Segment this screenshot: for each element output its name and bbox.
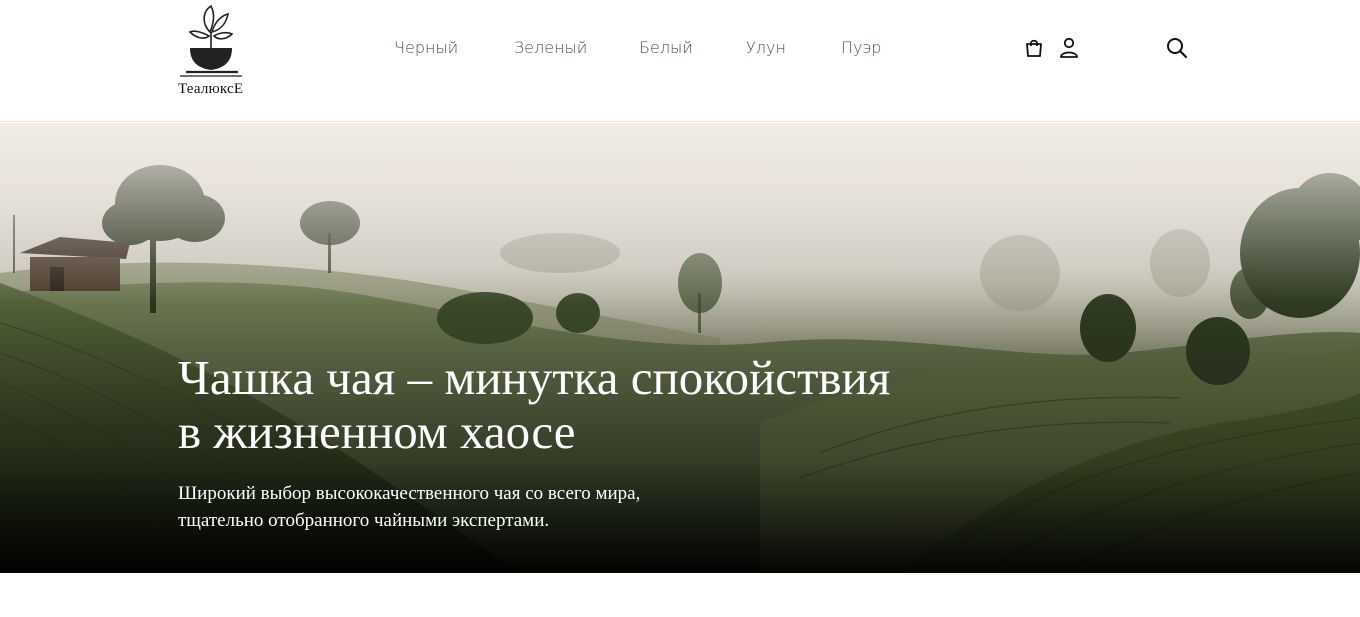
- search-button[interactable]: [1165, 36, 1189, 60]
- nav-item-white[interactable]: Белый: [639, 38, 693, 57]
- teacup-logo-icon: [180, 4, 242, 77]
- cart-button[interactable]: [1022, 36, 1046, 60]
- search-icon: [1167, 38, 1188, 59]
- hero-title-line-2: в жизненном хаосе: [178, 404, 576, 459]
- nav-item-puerh[interactable]: Пуэр: [841, 38, 881, 57]
- logo-text: ТеалюксЕ: [178, 81, 244, 97]
- hero-banner: Чашка чая – минутка спокойствия в жизнен…: [0, 123, 1360, 573]
- hero-title: Чашка чая – минутка спокойствия в жизнен…: [178, 351, 998, 459]
- site-header: ТеалюксЕ Черный Зеленый Белый Улун Пуэр: [0, 0, 1360, 122]
- user-icon: [1060, 37, 1078, 58]
- nav-item-green[interactable]: Зеленый: [514, 38, 587, 57]
- hero-subtitle-line-1: Широкий выбор высококачественного чая со…: [178, 483, 641, 504]
- hero-subtitle: Широкий выбор высококачественного чая со…: [178, 480, 738, 534]
- hero-title-line-1: Чашка чая – минутка спокойствия: [178, 350, 891, 405]
- account-button[interactable]: [1057, 36, 1081, 60]
- hero-subtitle-line-2: тщательно отобранного чайными экспертами…: [178, 510, 550, 531]
- shopping-bag-icon: [1026, 39, 1042, 57]
- logo[interactable]: ТеалюксЕ: [176, 2, 252, 100]
- nav-item-black[interactable]: Черный: [394, 38, 458, 57]
- nav-item-oolong[interactable]: Улун: [746, 38, 786, 57]
